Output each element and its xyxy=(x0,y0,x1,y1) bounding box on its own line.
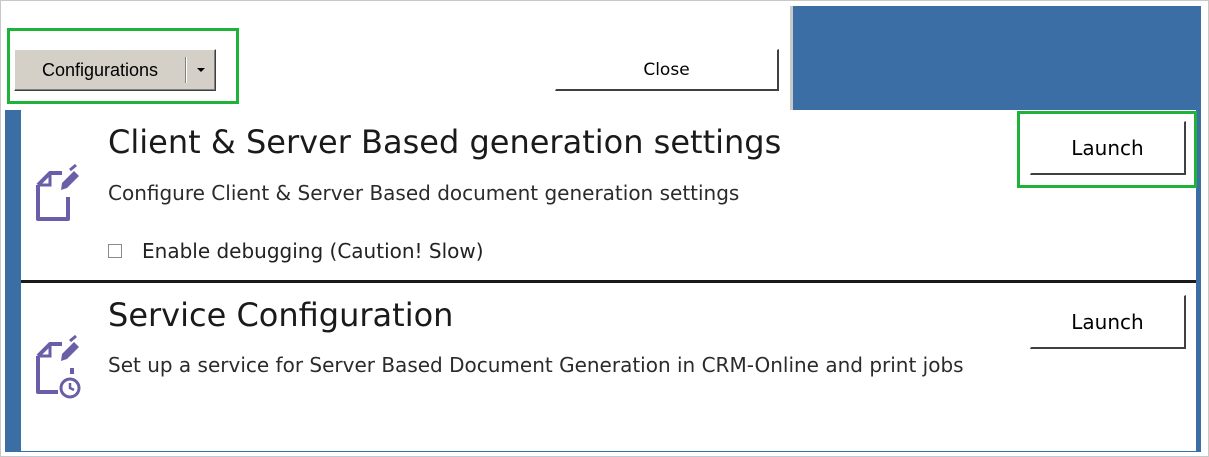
close-button[interactable]: Close xyxy=(555,49,779,91)
configurations-split-button[interactable]: Configurations xyxy=(14,49,216,91)
chevron-down-icon xyxy=(196,68,205,72)
panel-title: Service Configuration xyxy=(108,296,454,334)
configurations-dropdown-button[interactable] xyxy=(186,50,215,90)
panel-description: Configure Client & Server Based document… xyxy=(108,181,740,205)
panel-description: Set up a service for Server Based Docume… xyxy=(108,353,964,377)
launch-button-service-configuration[interactable]: Launch xyxy=(1030,295,1186,349)
panel-title: Client & Server Based generation setting… xyxy=(108,123,782,161)
launch-button-client-server[interactable]: Launch xyxy=(1030,121,1186,175)
enable-debugging-checkbox[interactable] xyxy=(108,244,122,258)
toolbar-divider xyxy=(790,6,793,110)
document-service-icon xyxy=(36,334,81,399)
enable-debugging-row[interactable]: Enable debugging (Caution! Slow) xyxy=(108,239,484,263)
configurations-button-label[interactable]: Configurations xyxy=(15,50,185,90)
enable-debugging-label[interactable]: Enable debugging (Caution! Slow) xyxy=(142,239,484,263)
document-edit-icon xyxy=(36,163,79,221)
